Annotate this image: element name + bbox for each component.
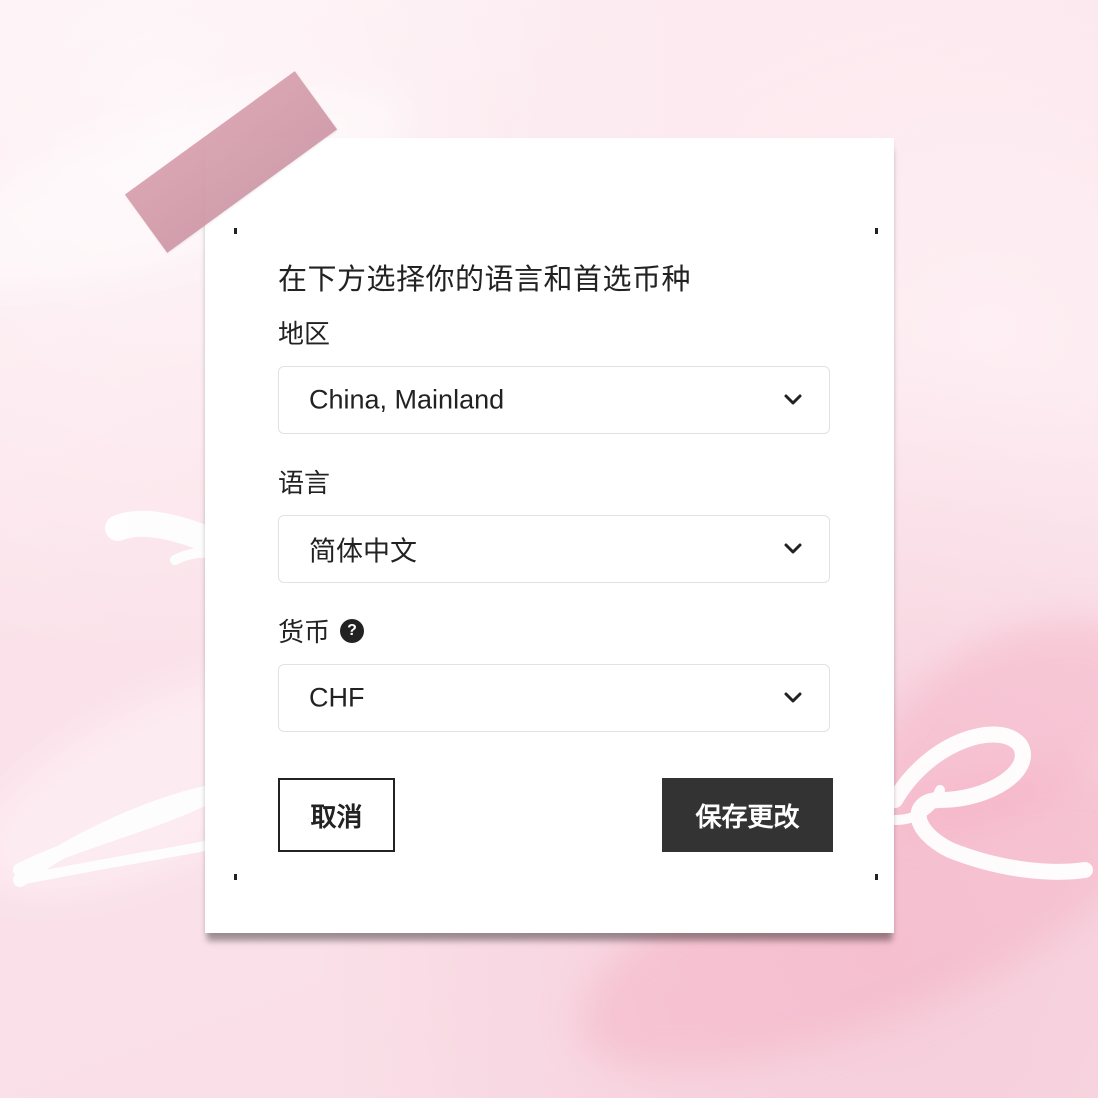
corner-mark xyxy=(234,874,237,880)
currency-select-value: CHF xyxy=(309,682,365,713)
region-label: 地区 xyxy=(278,320,331,350)
currency-label: 货币 xyxy=(278,618,331,648)
cancel-button[interactable]: 取消 xyxy=(278,778,395,852)
corner-mark xyxy=(875,874,878,880)
corner-mark xyxy=(234,228,237,234)
language-select-value: 简体中文 xyxy=(309,536,417,568)
region-select[interactable]: China, Mainland xyxy=(278,366,830,434)
language-label: 语言 xyxy=(278,469,331,499)
region-select-value: China, Mainland xyxy=(309,384,505,415)
chevron-down-icon xyxy=(784,692,802,703)
locale-settings-dialog: 在下方选择你的语言和首选币种 地区 China, Mainland 语言 简体中… xyxy=(234,228,878,880)
save-changes-button[interactable]: 保存更改 xyxy=(662,778,833,852)
chevron-down-icon xyxy=(784,394,802,405)
currency-label-row: 货币 ? xyxy=(278,612,365,649)
chevron-down-icon xyxy=(784,543,802,554)
corner-mark xyxy=(875,228,878,234)
dialog-headline: 在下方选择你的语言和首选币种 xyxy=(278,262,692,296)
question-circle-icon[interactable]: ? xyxy=(340,618,365,643)
language-select[interactable]: 简体中文 xyxy=(278,515,830,583)
currency-select[interactable]: CHF xyxy=(278,664,830,732)
